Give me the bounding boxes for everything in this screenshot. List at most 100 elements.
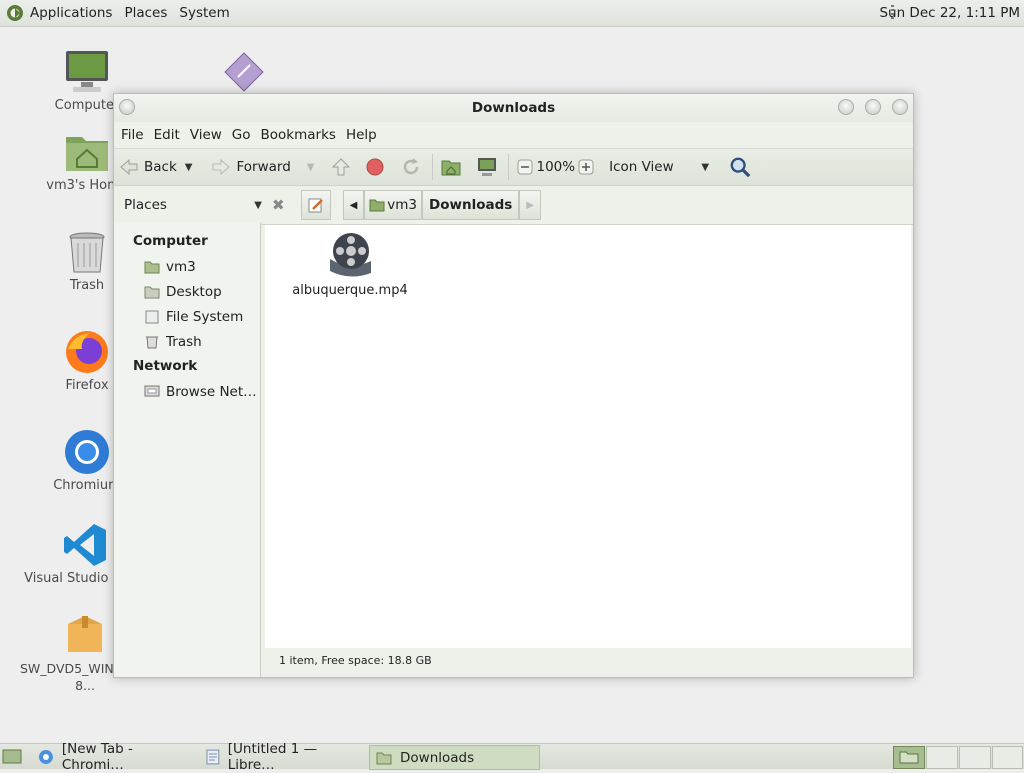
window-title: Downloads bbox=[471, 100, 556, 116]
breadcrumb-left-arrow[interactable]: ◀ bbox=[342, 190, 365, 220]
chromium-icon bbox=[64, 429, 110, 475]
forward-history-dropdown[interactable]: ▼ bbox=[307, 162, 315, 173]
zoom-out-icon[interactable] bbox=[514, 156, 536, 178]
sidebar-item-label: File System bbox=[166, 308, 244, 325]
toolbar-separator bbox=[508, 154, 510, 180]
back-history-dropdown[interactable]: ▼ bbox=[185, 162, 193, 173]
show-desktop-icon[interactable] bbox=[2, 747, 22, 769]
menu-view[interactable]: View bbox=[185, 127, 227, 143]
sidebar-item-label: Desktop bbox=[166, 283, 222, 300]
folder-icon bbox=[376, 752, 392, 764]
trash-icon bbox=[64, 229, 110, 275]
chevron-down-icon: ▼ bbox=[701, 161, 710, 173]
workspace-1[interactable] bbox=[893, 746, 925, 769]
sidebar-item-desktop[interactable]: Desktop bbox=[114, 279, 260, 304]
menu-help[interactable]: Help bbox=[341, 127, 382, 143]
file-item[interactable]: albuquerque.mp4 bbox=[285, 231, 415, 298]
chromium-icon bbox=[38, 749, 53, 764]
sidebar-selector[interactable]: Places ▼ bbox=[114, 186, 262, 224]
window-titlebar[interactable]: Downloads bbox=[114, 94, 913, 122]
breadcrumb-vm3[interactable]: vm3 bbox=[364, 190, 423, 220]
sidebar-selector-label: Places bbox=[124, 197, 167, 213]
menu-bookmarks[interactable]: Bookmarks bbox=[256, 127, 341, 143]
task-chromium[interactable]: [New Tab - Chromi… bbox=[32, 741, 198, 773]
up-icon[interactable] bbox=[330, 156, 352, 178]
video-file-icon bbox=[330, 233, 371, 277]
menu-go[interactable]: Go bbox=[227, 127, 256, 143]
minimize-button[interactable] bbox=[838, 99, 854, 115]
home-folder-icon bbox=[369, 199, 385, 212]
view-mode-select[interactable]: Icon View ▼ bbox=[605, 152, 713, 182]
desktop-script-icon[interactable] bbox=[224, 52, 264, 96]
back-button[interactable]: Back bbox=[114, 152, 181, 182]
workspace-4[interactable] bbox=[992, 746, 1023, 769]
location-bar: Places ▼ ✖ ◀ vm3 Downloads ▶ bbox=[114, 186, 913, 225]
home-folder-icon[interactable] bbox=[440, 156, 462, 178]
file-manager-window: Downloads File Edit View Go Bookmarks He… bbox=[113, 93, 914, 678]
home-folder-icon bbox=[64, 129, 110, 175]
breadcrumb-downloads[interactable]: Downloads bbox=[422, 190, 520, 220]
breadcrumb-right-arrow[interactable]: ▶ bbox=[519, 190, 541, 220]
menubar: File Edit View Go Bookmarks Help bbox=[114, 122, 913, 148]
chevron-down-icon: ▼ bbox=[254, 199, 262, 211]
desktop-folder-icon bbox=[144, 286, 160, 298]
file-view[interactable]: albuquerque.mp4 bbox=[265, 225, 911, 648]
file-name: albuquerque.mp4 bbox=[292, 283, 408, 298]
clock[interactable]: Sun Dec 22, 1:11 PM bbox=[879, 5, 1020, 21]
breadcrumb-label: vm3 bbox=[387, 197, 418, 213]
workspace-3[interactable] bbox=[959, 746, 991, 769]
network-icon bbox=[144, 385, 160, 396]
back-label: Back bbox=[144, 159, 177, 175]
computer-icon bbox=[64, 49, 110, 95]
firefox-icon bbox=[64, 329, 110, 375]
chevron-right-icon: ▶ bbox=[526, 199, 534, 211]
package-icon bbox=[62, 612, 108, 658]
system-menu[interactable]: System bbox=[173, 5, 235, 21]
workspace-2[interactable] bbox=[926, 746, 958, 769]
sidebar-item-label: Trash bbox=[166, 333, 202, 350]
zoom-in-icon[interactable] bbox=[575, 156, 597, 178]
home-folder-icon bbox=[144, 261, 160, 273]
sidebar-section-computer: Computer bbox=[133, 233, 208, 249]
search-icon[interactable] bbox=[729, 156, 751, 178]
applications-menu-icon[interactable] bbox=[6, 4, 24, 22]
sidebar-item-label: Browse Net… bbox=[166, 383, 257, 400]
top-panel: Applications Places System Sun Dec 22, 1… bbox=[0, 0, 1024, 27]
menu-edit[interactable]: Edit bbox=[149, 127, 185, 143]
chevron-left-icon: ◀ bbox=[349, 199, 358, 211]
diamond-icon bbox=[224, 52, 264, 92]
view-mode-value: Icon View bbox=[609, 159, 674, 175]
trash-icon bbox=[146, 336, 158, 348]
computer-icon[interactable] bbox=[476, 156, 498, 178]
drive-icon bbox=[145, 310, 159, 323]
sidebar-item-vm3[interactable]: vm3 bbox=[114, 254, 260, 279]
back-arrow-icon bbox=[118, 156, 140, 178]
forward-label: Forward bbox=[236, 159, 291, 175]
task-label: Downloads bbox=[400, 749, 475, 766]
sidebar-section-network: Network bbox=[133, 358, 198, 374]
stop-icon[interactable] bbox=[364, 156, 386, 178]
sidebar-item-trash[interactable]: Trash bbox=[114, 329, 260, 354]
sidebar-item-browse-network[interactable]: Browse Net… bbox=[114, 379, 260, 404]
sidebar-item-file-system[interactable]: File System bbox=[114, 304, 260, 329]
vscode-icon bbox=[62, 522, 108, 568]
status-bar: 1 item, Free space: 18.8 GB bbox=[279, 654, 432, 667]
pencil-icon bbox=[308, 198, 323, 213]
breadcrumb-label: Downloads bbox=[429, 197, 513, 213]
close-button[interactable] bbox=[892, 99, 908, 115]
task-libreoffice[interactable]: [Untitled 1 — Libre… bbox=[200, 741, 366, 773]
close-sidebar-icon[interactable]: ✖ bbox=[272, 196, 285, 214]
task-downloads[interactable]: Downloads bbox=[369, 745, 540, 770]
places-sidebar: Computer vm3 Desktop File System Trash N… bbox=[114, 223, 261, 677]
toolbar: Back ▼ Forward ▼ 100% Icon View ▼ bbox=[114, 148, 913, 186]
applications-menu[interactable]: Applications bbox=[24, 5, 118, 21]
maximize-button[interactable] bbox=[865, 99, 881, 115]
places-menu[interactable]: Places bbox=[118, 5, 173, 21]
zoom-level[interactable]: 100% bbox=[536, 159, 575, 175]
sidebar-item-label: vm3 bbox=[166, 258, 196, 275]
menu-file[interactable]: File bbox=[116, 127, 149, 143]
edit-location-button[interactable] bbox=[300, 190, 331, 220]
forward-button[interactable]: Forward bbox=[206, 152, 294, 182]
reload-icon[interactable] bbox=[400, 156, 422, 178]
toolbar-separator bbox=[432, 154, 434, 180]
